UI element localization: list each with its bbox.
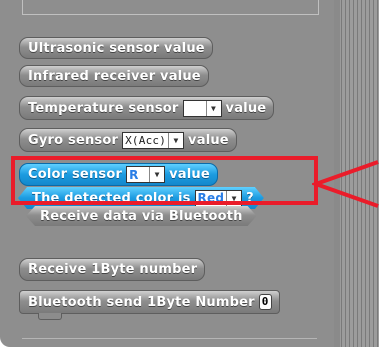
block-label: Temperature sensor: [28, 100, 179, 116]
block-suffix: value: [225, 100, 267, 116]
gyro-sensor-block[interactable]: Gyro sensor X(Acc) ▼ value: [19, 128, 237, 152]
dropdown-arrow-icon[interactable]: ▼: [168, 132, 184, 148]
block-label: Gyro sensor: [28, 132, 119, 148]
receive-bluetooth-block[interactable]: Receive data via Bluetooth: [26, 206, 257, 226]
temperature-dropdown[interactable]: ▼: [182, 99, 222, 117]
gyro-dropdown[interactable]: X(Acc) ▼: [122, 131, 185, 149]
ultrasonic-sensor-block[interactable]: Ultrasonic sensor value: [19, 37, 213, 59]
block-label: Ultrasonic sensor value: [28, 40, 205, 56]
highlight-box: [11, 156, 318, 205]
temperature-sensor-block[interactable]: Temperature sensor ▼ value: [19, 96, 275, 120]
block-label: Bluetooth send 1Byte Number: [28, 294, 255, 310]
block-suffix: value: [188, 132, 229, 148]
dropdown-arrow-icon[interactable]: ▼: [205, 100, 221, 116]
block-notch: [38, 313, 62, 320]
dropdown-value: X(Acc): [125, 133, 167, 147]
block-label: Receive data via Bluetooth: [40, 208, 243, 224]
infrared-receiver-block[interactable]: Infrared receiver value: [19, 65, 209, 87]
receive-byte-block[interactable]: Receive 1Byte number: [19, 258, 206, 281]
block-label: Infrared receiver value: [28, 68, 201, 84]
bluetooth-send-block[interactable]: Bluetooth send 1Byte Number 0: [19, 290, 280, 314]
red-arrow-icon: [312, 160, 379, 208]
palette-divider: [22, 338, 317, 339]
block-label: Receive 1Byte number: [28, 262, 198, 277]
number-input[interactable]: 0: [258, 294, 272, 310]
